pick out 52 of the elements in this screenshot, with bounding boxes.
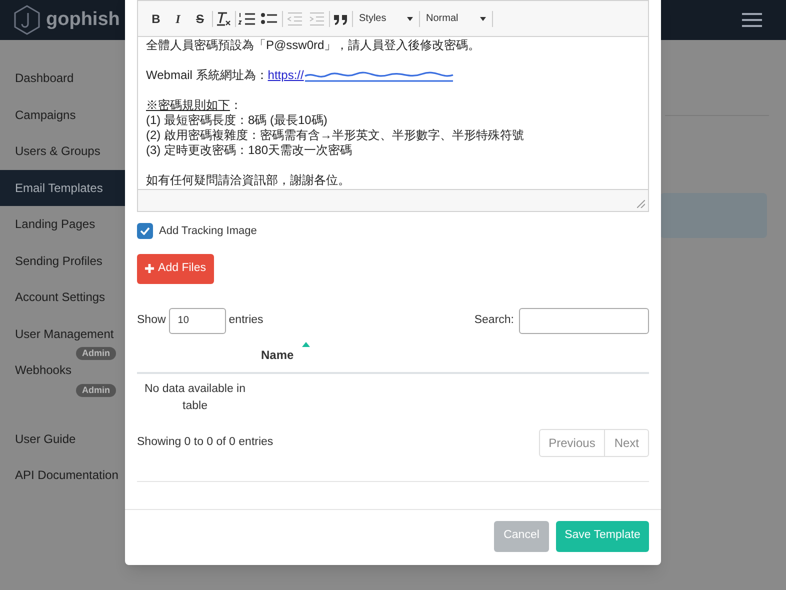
checkbox[interactable]: [137, 223, 153, 240]
add-files-button[interactable]: Add Files: [137, 254, 214, 284]
editor-text: (1) 最短密碼長度：8碼 (最長10碼): [146, 113, 328, 128]
menu-icon[interactable]: [742, 13, 762, 27]
url-link[interactable]: https://: [268, 68, 304, 83]
previous-button[interactable]: Previous: [540, 430, 606, 456]
editor-text: (2) 啟用密碼複雜度：密碼需有含→半形英文、半形數字、半形特殊符號: [146, 128, 525, 143]
admin-badge: Admin: [76, 347, 116, 360]
numbered-list-icon[interactable]: [238, 12, 258, 26]
editor-text: 如有任何疑問請洽資訊部，謝謝各位。: [146, 173, 351, 188]
strikethrough-button[interactable]: S: [190, 10, 210, 28]
brand-name[interactable]: gophish: [46, 6, 120, 34]
admin-badge: Admin: [76, 384, 116, 396]
sidebar-item[interactable]: Email Templates: [0, 170, 125, 206]
search-label: Search:: [474, 312, 514, 328]
editor-text: ※密碼規則如下：: [146, 98, 243, 113]
sidebar-item[interactable]: Users & Groups: [15, 142, 100, 160]
sidebar-item[interactable]: Webhooks: [15, 361, 72, 380]
bold-button[interactable]: B: [146, 10, 166, 28]
search-field[interactable]: [519, 308, 649, 334]
sidebar-item[interactable]: Dashboard: [15, 69, 74, 88]
sort-ascending-icon: [302, 342, 310, 346]
column-header[interactable]: Name: [257, 346, 298, 372]
sidebar-item[interactable]: User Management: [15, 324, 114, 343]
table-info: Showing 0 to 0 of 0 entries: [137, 434, 274, 450]
plus-icon: [145, 264, 154, 273]
checkbox-label: Add Tracking Image: [159, 224, 257, 239]
sidebar-item[interactable]: API Documentation: [15, 466, 118, 484]
caret-icon: [407, 16, 413, 20]
editor-text: Webmail 系統網址為：: [146, 68, 268, 83]
show-label: Show: [137, 312, 166, 328]
page-size-field[interactable]: 10: [168, 308, 226, 334]
remove-format-icon[interactable]: [215, 10, 233, 26]
sidebar-item[interactable]: Landing Pages: [15, 215, 96, 234]
resize-grip-icon[interactable]: [637, 200, 645, 208]
format-dropdown[interactable]: Normal: [422, 11, 490, 26]
italic-button[interactable]: I: [168, 10, 188, 28]
caret-icon: [480, 16, 486, 20]
entries-label: entries: [228, 312, 264, 328]
hexagon-hook-logo-icon: [12, 4, 42, 36]
sidebar-item[interactable]: Account Settings: [15, 288, 106, 306]
sidebar-item[interactable]: Campaigns: [15, 106, 76, 124]
sidebar-item[interactable]: User Guide: [15, 430, 76, 448]
editor-text: 全體人員密碼預設為「P@ssw0rd」，請人員登入後修改密碼。: [146, 38, 482, 53]
sidebar-item[interactable]: Sending Profiles: [15, 252, 102, 270]
next-button[interactable]: Next: [605, 430, 648, 456]
styles-dropdown[interactable]: Styles: [355, 11, 417, 26]
checkmark-icon: [140, 227, 150, 236]
redaction-scribble-icon: [304, 70, 454, 82]
bulleted-list-icon[interactable]: [260, 12, 280, 26]
empty-table-message: No data available in table: [143, 382, 246, 414]
editor-text: (3) 定時更改密碼：180天需改一次密碼: [146, 143, 354, 158]
